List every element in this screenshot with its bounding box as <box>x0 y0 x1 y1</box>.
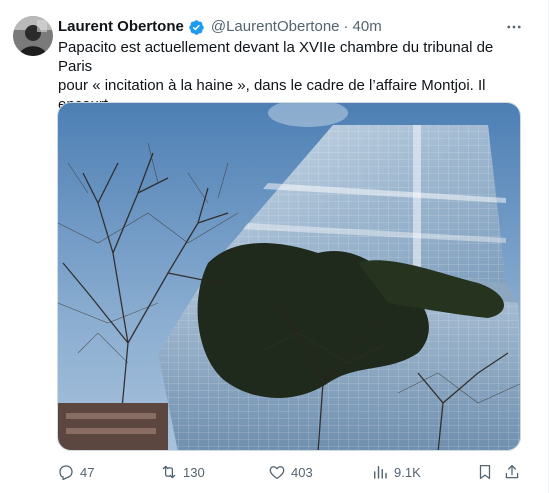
courthouse-photo <box>58 103 520 450</box>
reply-count: 47 <box>80 464 95 480</box>
repost-button[interactable]: 130 <box>160 461 205 483</box>
bookmark-button[interactable] <box>476 461 494 483</box>
avatar-image <box>13 16 53 56</box>
like-count: 403 <box>291 464 313 480</box>
avatar[interactable] <box>13 16 53 56</box>
author-name[interactable]: Laurent Obertone <box>58 17 184 37</box>
verified-badge-icon <box>189 19 204 35</box>
views-button[interactable]: 9.1K <box>371 461 421 483</box>
views-icon <box>374 466 387 479</box>
tweet-actions: 47 130 403 9.1K <box>57 461 523 483</box>
author-handle[interactable]: @LaurentObertone <box>211 17 340 37</box>
heart-icon <box>269 466 285 480</box>
tweet-photo[interactable] <box>57 102 521 451</box>
share-icon <box>505 464 519 479</box>
repost-count: 130 <box>183 464 205 480</box>
reply-button[interactable]: 47 <box>57 461 94 483</box>
like-button[interactable]: 403 <box>268 461 313 483</box>
views-count: 9.1K <box>394 464 421 480</box>
share-button[interactable] <box>503 461 521 483</box>
tweet-card[interactable]: Laurent Obertone @LaurentObertone · 40m … <box>0 0 549 493</box>
separator-dot: · <box>343 18 349 35</box>
repost-icon <box>162 465 176 479</box>
more-icon <box>507 25 521 29</box>
more-options-button[interactable] <box>504 17 524 37</box>
tweet-header: Laurent Obertone @LaurentObertone · 40m <box>58 17 382 37</box>
bookmark-icon <box>479 464 491 480</box>
tweet-timestamp[interactable]: 40m <box>353 17 382 37</box>
reply-icon <box>59 465 73 481</box>
